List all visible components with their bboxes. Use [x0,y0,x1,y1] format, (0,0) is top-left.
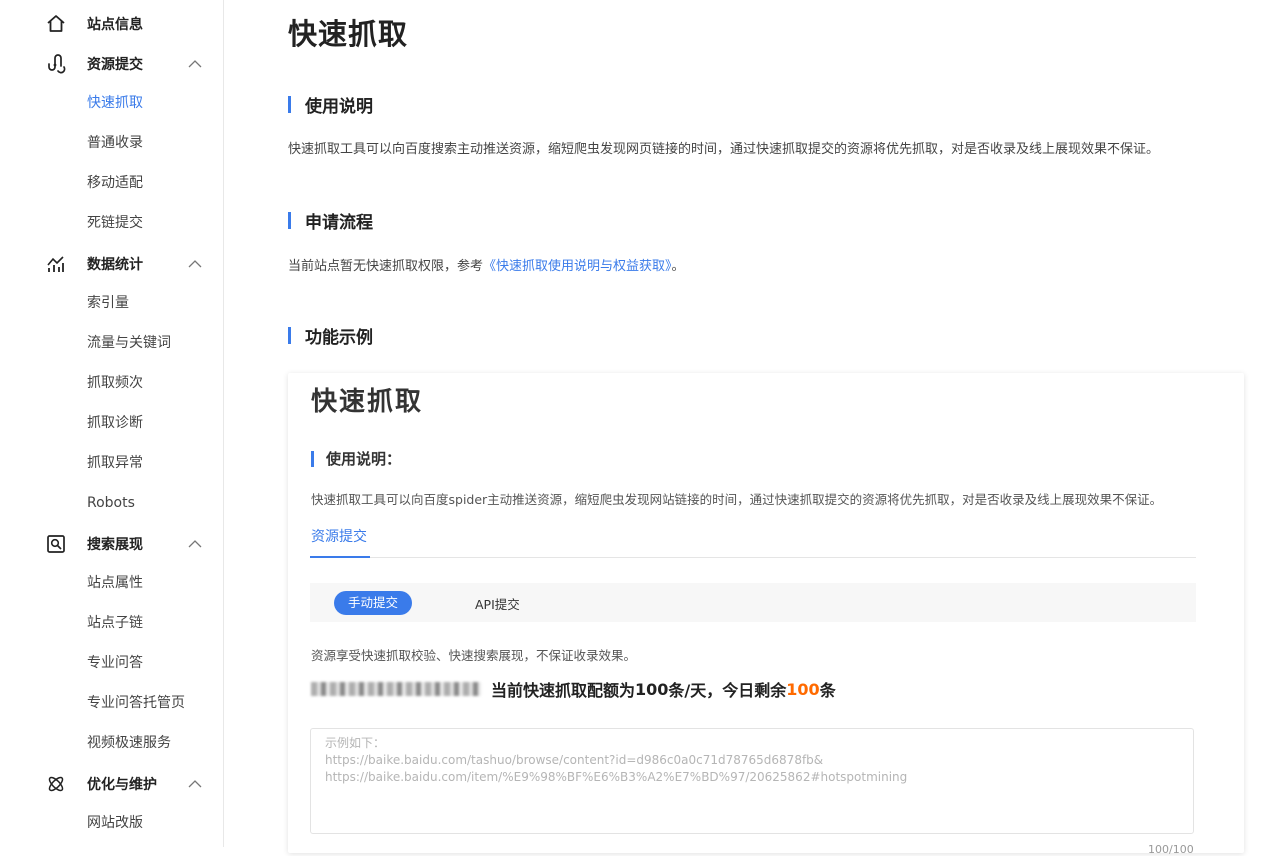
blurred-site-name [311,682,481,696]
sidebar-item-crawl-error[interactable]: 抓取异常 [87,453,143,473]
quota-remaining: 100 [786,679,820,699]
section-heading-example: 功能示例 [288,324,373,348]
heading-accent-bar [288,326,291,344]
search-display-icon [46,534,66,554]
link-submit-icon [46,54,66,74]
nav-group-site-info[interactable]: 站点信息 [0,10,223,38]
heading-text: 使用说明 [305,96,373,117]
apply-text: 当前站点暂无快速抓取权限，参考 [288,259,484,274]
quota-mid: 条/天，今日剩余 [668,681,787,700]
atom-icon [46,774,66,794]
heading-text: 功能示例 [305,327,373,348]
sidebar-item-traffic-keywords[interactable]: 流量与关键词 [87,333,171,353]
sidebar-item-site-revision[interactable]: 网站改版 [87,813,143,833]
heading-accent-bar [311,450,314,467]
tab-divider [310,557,1196,558]
nav-group-resource-submit[interactable]: 资源提交 [0,50,223,78]
sidebar-item-video-speed[interactable]: 视频极速服务 [87,733,171,753]
heading-accent-bar [288,95,291,113]
sidebar-item-robots[interactable]: Robots [87,493,135,513]
chart-icon [46,254,66,274]
main-content: 快速抓取 使用说明 快速抓取工具可以向百度搜索主动推送资源，缩短爬虫发现网页链接… [224,0,1275,856]
section-heading-usage: 使用说明 [288,93,373,117]
chevron-up-icon[interactable] [187,536,203,552]
nav-group-label: 搜索展现 [87,537,143,553]
heading-text: 申请流程 [305,212,373,233]
apply-text-end: 。 [671,259,685,274]
example-title: 快速抓取 [311,387,424,417]
sidebar-item-site-attributes[interactable]: 站点属性 [87,573,143,593]
active-tab-indicator [310,556,370,558]
nav-group-data-stats[interactable]: 数据统计 [0,250,223,278]
api-submit-button[interactable]: API提交 [475,594,520,613]
chevron-up-icon[interactable] [187,256,203,272]
sidebar-item-mobile-adapt[interactable]: 移动适配 [87,173,143,193]
example-section-heading: 使用说明： [311,448,401,469]
sidebar-item-pro-qa[interactable]: 专业问答 [87,653,143,673]
quota-value: 100 [635,679,669,699]
apply-description: 当前站点暂无快速抓取权限，参考《快速抓取使用说明与权益获取》。 [288,255,685,274]
chevron-up-icon[interactable] [187,776,203,792]
sidebar: 站点信息 资源提交 快速抓取 普通收录 移动适配 死链提交 数据统计 索引量 流… [0,0,224,847]
usage-guide-link[interactable]: 《快速抓取使用说明与权益获取》 [483,259,672,274]
tab-resource-submit[interactable]: 资源提交 [311,526,367,546]
nav-group-label: 站点信息 [87,17,143,33]
nav-group-label: 数据统计 [87,257,143,273]
quota-line: 当前快速抓取配额为 100 条/天，今日剩余 100 条 [311,677,836,701]
sidebar-item-dead-link[interactable]: 死链提交 [87,213,143,233]
quota-suffix: 条 [819,681,836,700]
example-description: 快速抓取工具可以向百度spider主动推送资源，缩短爬虫发现网站链接的时间，通过… [311,492,1163,507]
nav-group-search-display[interactable]: 搜索展现 [0,530,223,558]
submit-note: 资源享受快速抓取校验、快速搜索展现，不保证收录效果。 [311,648,637,663]
char-counter: 100/100 [1148,843,1194,856]
home-icon [46,14,66,34]
nav-group-optimize[interactable]: 优化与维护 [0,770,223,798]
sidebar-item-crawl-frequency[interactable]: 抓取频次 [87,373,143,393]
heading-accent-bar [288,211,291,229]
manual-submit-button[interactable]: 手动提交 [334,591,412,615]
chevron-up-icon[interactable] [187,56,203,72]
section-heading-apply: 申请流程 [288,209,373,233]
heading-text: 使用说明： [326,450,402,468]
url-textarea[interactable]: 示例如下： https://baike.baidu.com/tashuo/bro… [310,728,1194,834]
sidebar-item-fast-crawl[interactable]: 快速抓取 [87,93,143,113]
nav-group-label: 优化与维护 [87,777,157,793]
sidebar-item-crawl-diagnosis[interactable]: 抓取诊断 [87,413,143,433]
example-preview-card: 快速抓取 使用说明： 快速抓取工具可以向百度spider主动推送资源，缩短爬虫发… [288,373,1244,856]
nav-group-label: 资源提交 [87,57,143,73]
sidebar-item-normal-index[interactable]: 普通收录 [87,133,143,153]
usage-description: 快速抓取工具可以向百度搜索主动推送资源，缩短爬虫发现网页链接的时间，通过快速抓取… [288,142,1160,157]
sidebar-item-index-volume[interactable]: 索引量 [87,293,129,313]
quota-prefix: 当前快速抓取配额为 [491,681,636,700]
submit-mode-segment: 手动提交 API提交 [310,583,1196,622]
page-title: 快速抓取 [288,17,409,51]
sidebar-item-pro-qa-hosted[interactable]: 专业问答托管页 [87,693,185,713]
sidebar-item-site-sublinks[interactable]: 站点子链 [87,613,143,633]
